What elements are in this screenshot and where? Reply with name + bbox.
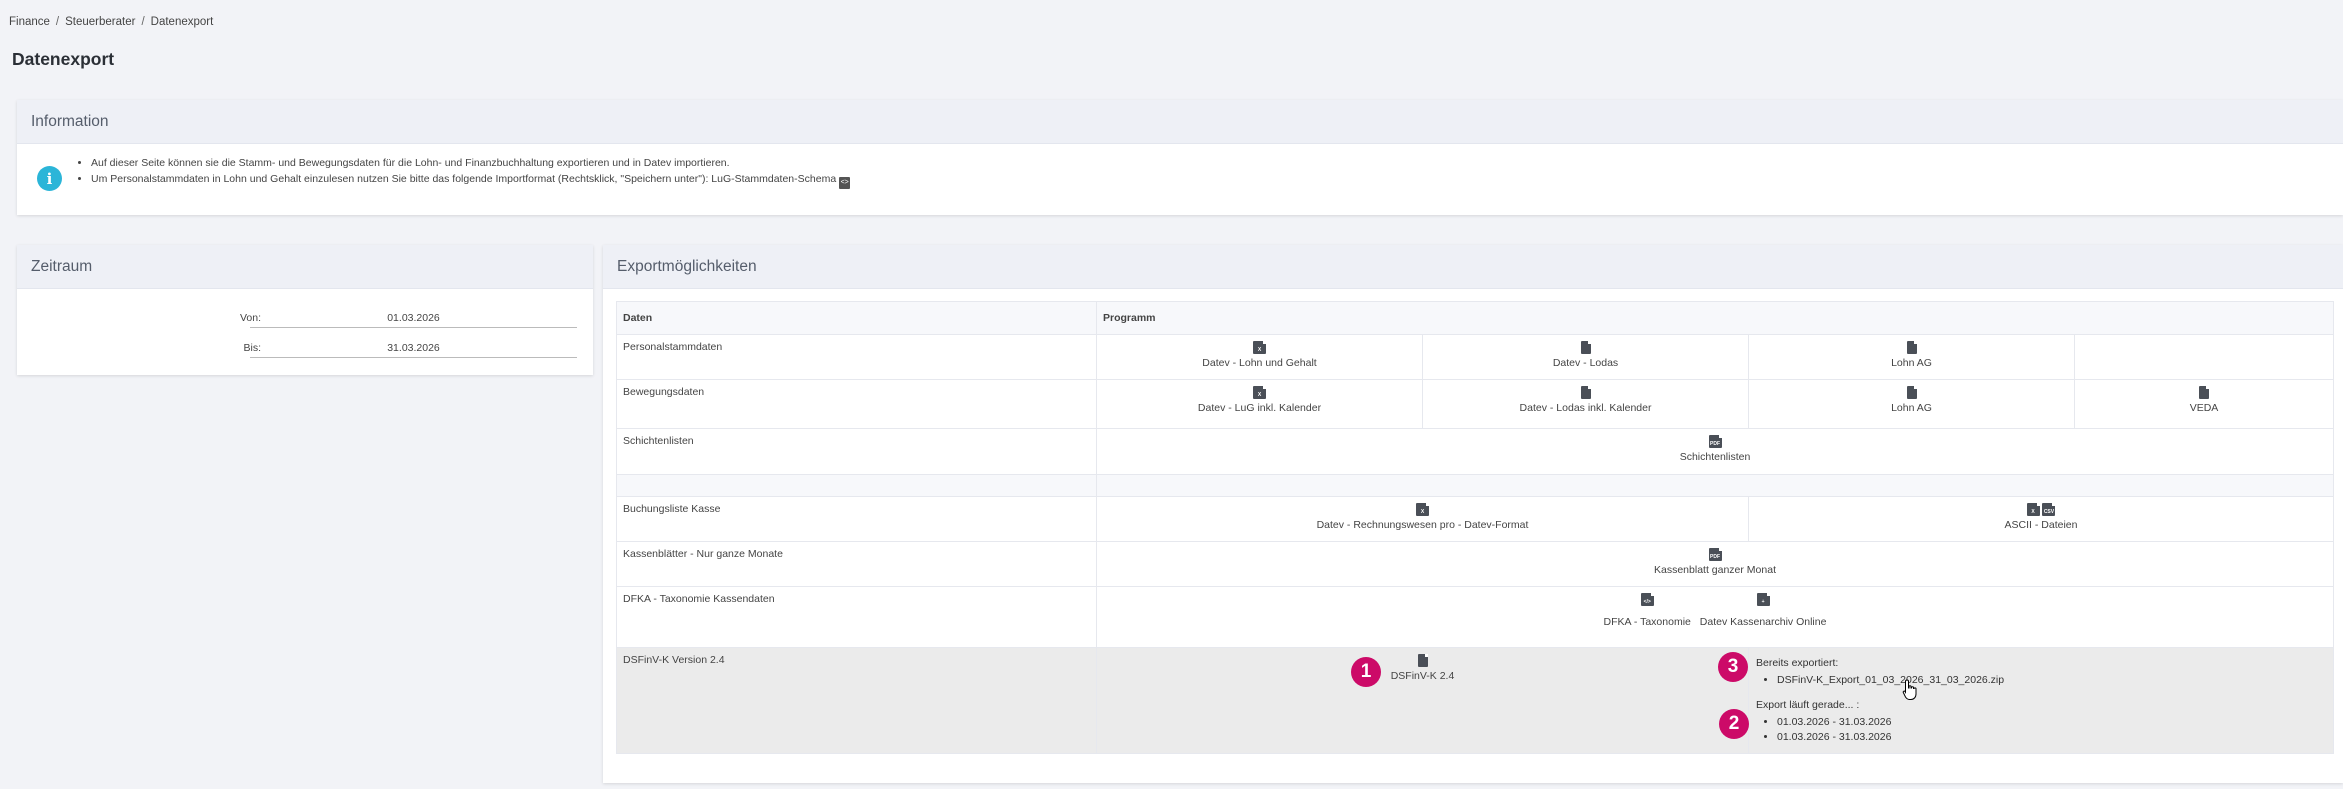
upload-file-icon: +	[1756, 593, 1770, 606]
code-file-icon: </>	[1640, 593, 1654, 606]
file-icon	[2199, 386, 2209, 399]
file-icon	[1906, 341, 1917, 354]
file-icon	[1580, 386, 1591, 399]
file-icon	[1417, 654, 1428, 667]
row-label-kassenblatt: Kassenblätter - Nur ganze Monate	[616, 541, 1097, 587]
breadcrumb-finance[interactable]: Finance	[9, 16, 50, 28]
csv-file-icon: CSV	[2042, 503, 2056, 516]
xml-file-icon[interactable]: <>	[839, 177, 851, 189]
pdf-file-icon: PDF	[1708, 435, 1722, 448]
row-label-dfka: DFKA - Taxonomie Kassendaten	[616, 586, 1097, 648]
breadcrumb: Finance / Steuerberater / Datenexport	[9, 16, 214, 28]
export-dsfinv[interactable]: DSFinV-K 2.4	[1096, 647, 1749, 754]
excel-file-icon: X	[1253, 341, 1266, 354]
page-title: Datenexport	[12, 49, 115, 69]
export-ascii[interactable]: X CSV ASCII - Dateien	[1748, 496, 2334, 542]
table-row: Personalstammdaten X Datev - Lohn und Geh…	[616, 334, 2334, 380]
export-datev-lodas[interactable]: Datev - Lodas	[1422, 334, 1749, 380]
export-datev-kassenarchiv[interactable]: + Datev Kassenarchiv Online	[1700, 593, 1826, 628]
excel-file-icon: X	[2026, 503, 2040, 516]
pdf-file-icon: PDF	[1708, 548, 1722, 561]
row-label-bewegung: Bewegungsdaten	[616, 379, 1097, 429]
information-line-1: Auf dieser Seite können sie die Stamm- u…	[91, 157, 850, 170]
dfka-options: </> DFKA - Taxonomie + Datev Kassenarchiv …	[1096, 586, 2334, 648]
export-lohn-ag[interactable]: Lohn AG	[1748, 334, 2075, 380]
col-header-daten: Daten	[616, 301, 1097, 335]
lug-schema-link[interactable]: Um Personalstammdaten in Lohn und Gehalt…	[91, 173, 836, 185]
empty-cell	[2074, 334, 2334, 380]
file-icon	[1580, 341, 1591, 354]
zeitraum-card: Zeitraum Von: 01.03.2026 Bis: 31.03.2026	[17, 245, 593, 375]
annotation-badge-2: 2	[1719, 709, 1749, 739]
running-item: 01.03.2026 - 31.03.2026	[1777, 730, 1891, 745]
export-dfka-taxonomie[interactable]: </> DFKA - Taxonomie	[1604, 593, 1691, 628]
export-datev-rewe[interactable]: X Datev - Rechnungswesen pro - Datev-Form…	[1096, 496, 1749, 542]
running-item: 01.03.2026 - 31.03.2026	[1777, 715, 1891, 730]
export-datev-lodas-kalender[interactable]: Datev - Lodas inkl. Kalender	[1422, 379, 1749, 429]
row-label-buchung: Buchungsliste Kasse	[616, 496, 1097, 542]
export-lohn-ag-bewegung[interactable]: Lohn AG	[1748, 379, 2075, 429]
table-header-row: Daten Programm	[616, 301, 2334, 335]
zeitraum-header: Zeitraum	[17, 245, 593, 289]
table-row-dsfinv: DSFinV-K Version 2.4 DSFinV-K 2.4	[616, 647, 2334, 754]
annotation-badge-1: 1	[1351, 657, 1381, 687]
hand-cursor-icon	[1902, 679, 1917, 700]
von-row: Von: 01.03.2026	[17, 306, 593, 330]
export-datev-lug[interactable]: X Datev - Lohn und Gehalt	[1096, 334, 1423, 380]
row-label-dsfinv: DSFinV-K Version 2.4	[616, 647, 1097, 754]
table-spacer-row	[616, 474, 2334, 497]
table-row: Buchungsliste Kasse X Datev - Rechnungswe…	[616, 496, 2334, 542]
export-table: Daten Programm Personalstammdaten X Datev…	[616, 301, 2334, 754]
export-schichtenlisten[interactable]: PDF Schichtenlisten	[1096, 428, 2334, 475]
table-row: Kassenblätter - Nur ganze Monate PDF Kass…	[616, 541, 2334, 587]
information-line-2: Um Personalstammdaten in Lohn und Gehalt…	[91, 173, 851, 189]
exported-file-link[interactable]: DSFinV-K_Export_01_03_2026_31_03_2026.zi…	[1777, 673, 2004, 688]
col-header-programm: Programm	[1096, 301, 2334, 335]
information-list: Auf dieser Seite können sie die Stamm- u…	[91, 157, 851, 192]
table-row: Bewegungsdaten X Datev - LuG inkl. Kalend…	[616, 379, 2334, 429]
export-card: Exportmöglichkeiten Daten Programm Perso…	[603, 245, 2343, 783]
breadcrumb-datenexport: Datenexport	[150, 16, 214, 28]
exported-label: Bereits exportiert:	[1756, 657, 1839, 669]
export-kassenblatt[interactable]: PDF Kassenblatt ganzer Monat	[1096, 541, 2334, 587]
information-card: Information i Auf dieser Seite können si…	[17, 100, 2343, 215]
row-label-schicht: Schichtenlisten	[616, 428, 1097, 475]
table-row: DFKA - Taxonomie Kassendaten </> DFKA - T…	[616, 586, 2334, 648]
exported-block: Bereits exportiert: DSFinV-K_Export_01_0…	[1756, 657, 2004, 688]
running-label: Export läuft gerade... :	[1756, 699, 1860, 711]
excel-file-icon: X	[1416, 503, 1429, 516]
bis-row: Bis: 31.03.2026	[17, 336, 593, 360]
bis-date-input[interactable]: 31.03.2026	[250, 336, 577, 358]
export-veda[interactable]: VEDA	[2074, 379, 2334, 429]
row-label-personal: Personalstammdaten	[616, 334, 1097, 380]
excel-file-icon: X	[1253, 386, 1266, 399]
annotation-badge-3: 3	[1718, 652, 1748, 682]
export-datev-lug-kalender[interactable]: X Datev - LuG inkl. Kalender	[1096, 379, 1423, 429]
file-icon	[1906, 386, 1917, 399]
information-header: Information	[17, 100, 2343, 144]
von-date-input[interactable]: 01.03.2026	[250, 306, 577, 328]
export-header: Exportmöglichkeiten	[603, 245, 2343, 289]
breadcrumb-steuerberater[interactable]: Steuerberater	[65, 16, 135, 28]
table-row: Schichtenlisten PDF Schichtenlisten	[616, 428, 2334, 475]
running-block: Export läuft gerade... : 01.03.2026 - 31…	[1756, 699, 1891, 745]
info-icon: i	[37, 166, 62, 191]
